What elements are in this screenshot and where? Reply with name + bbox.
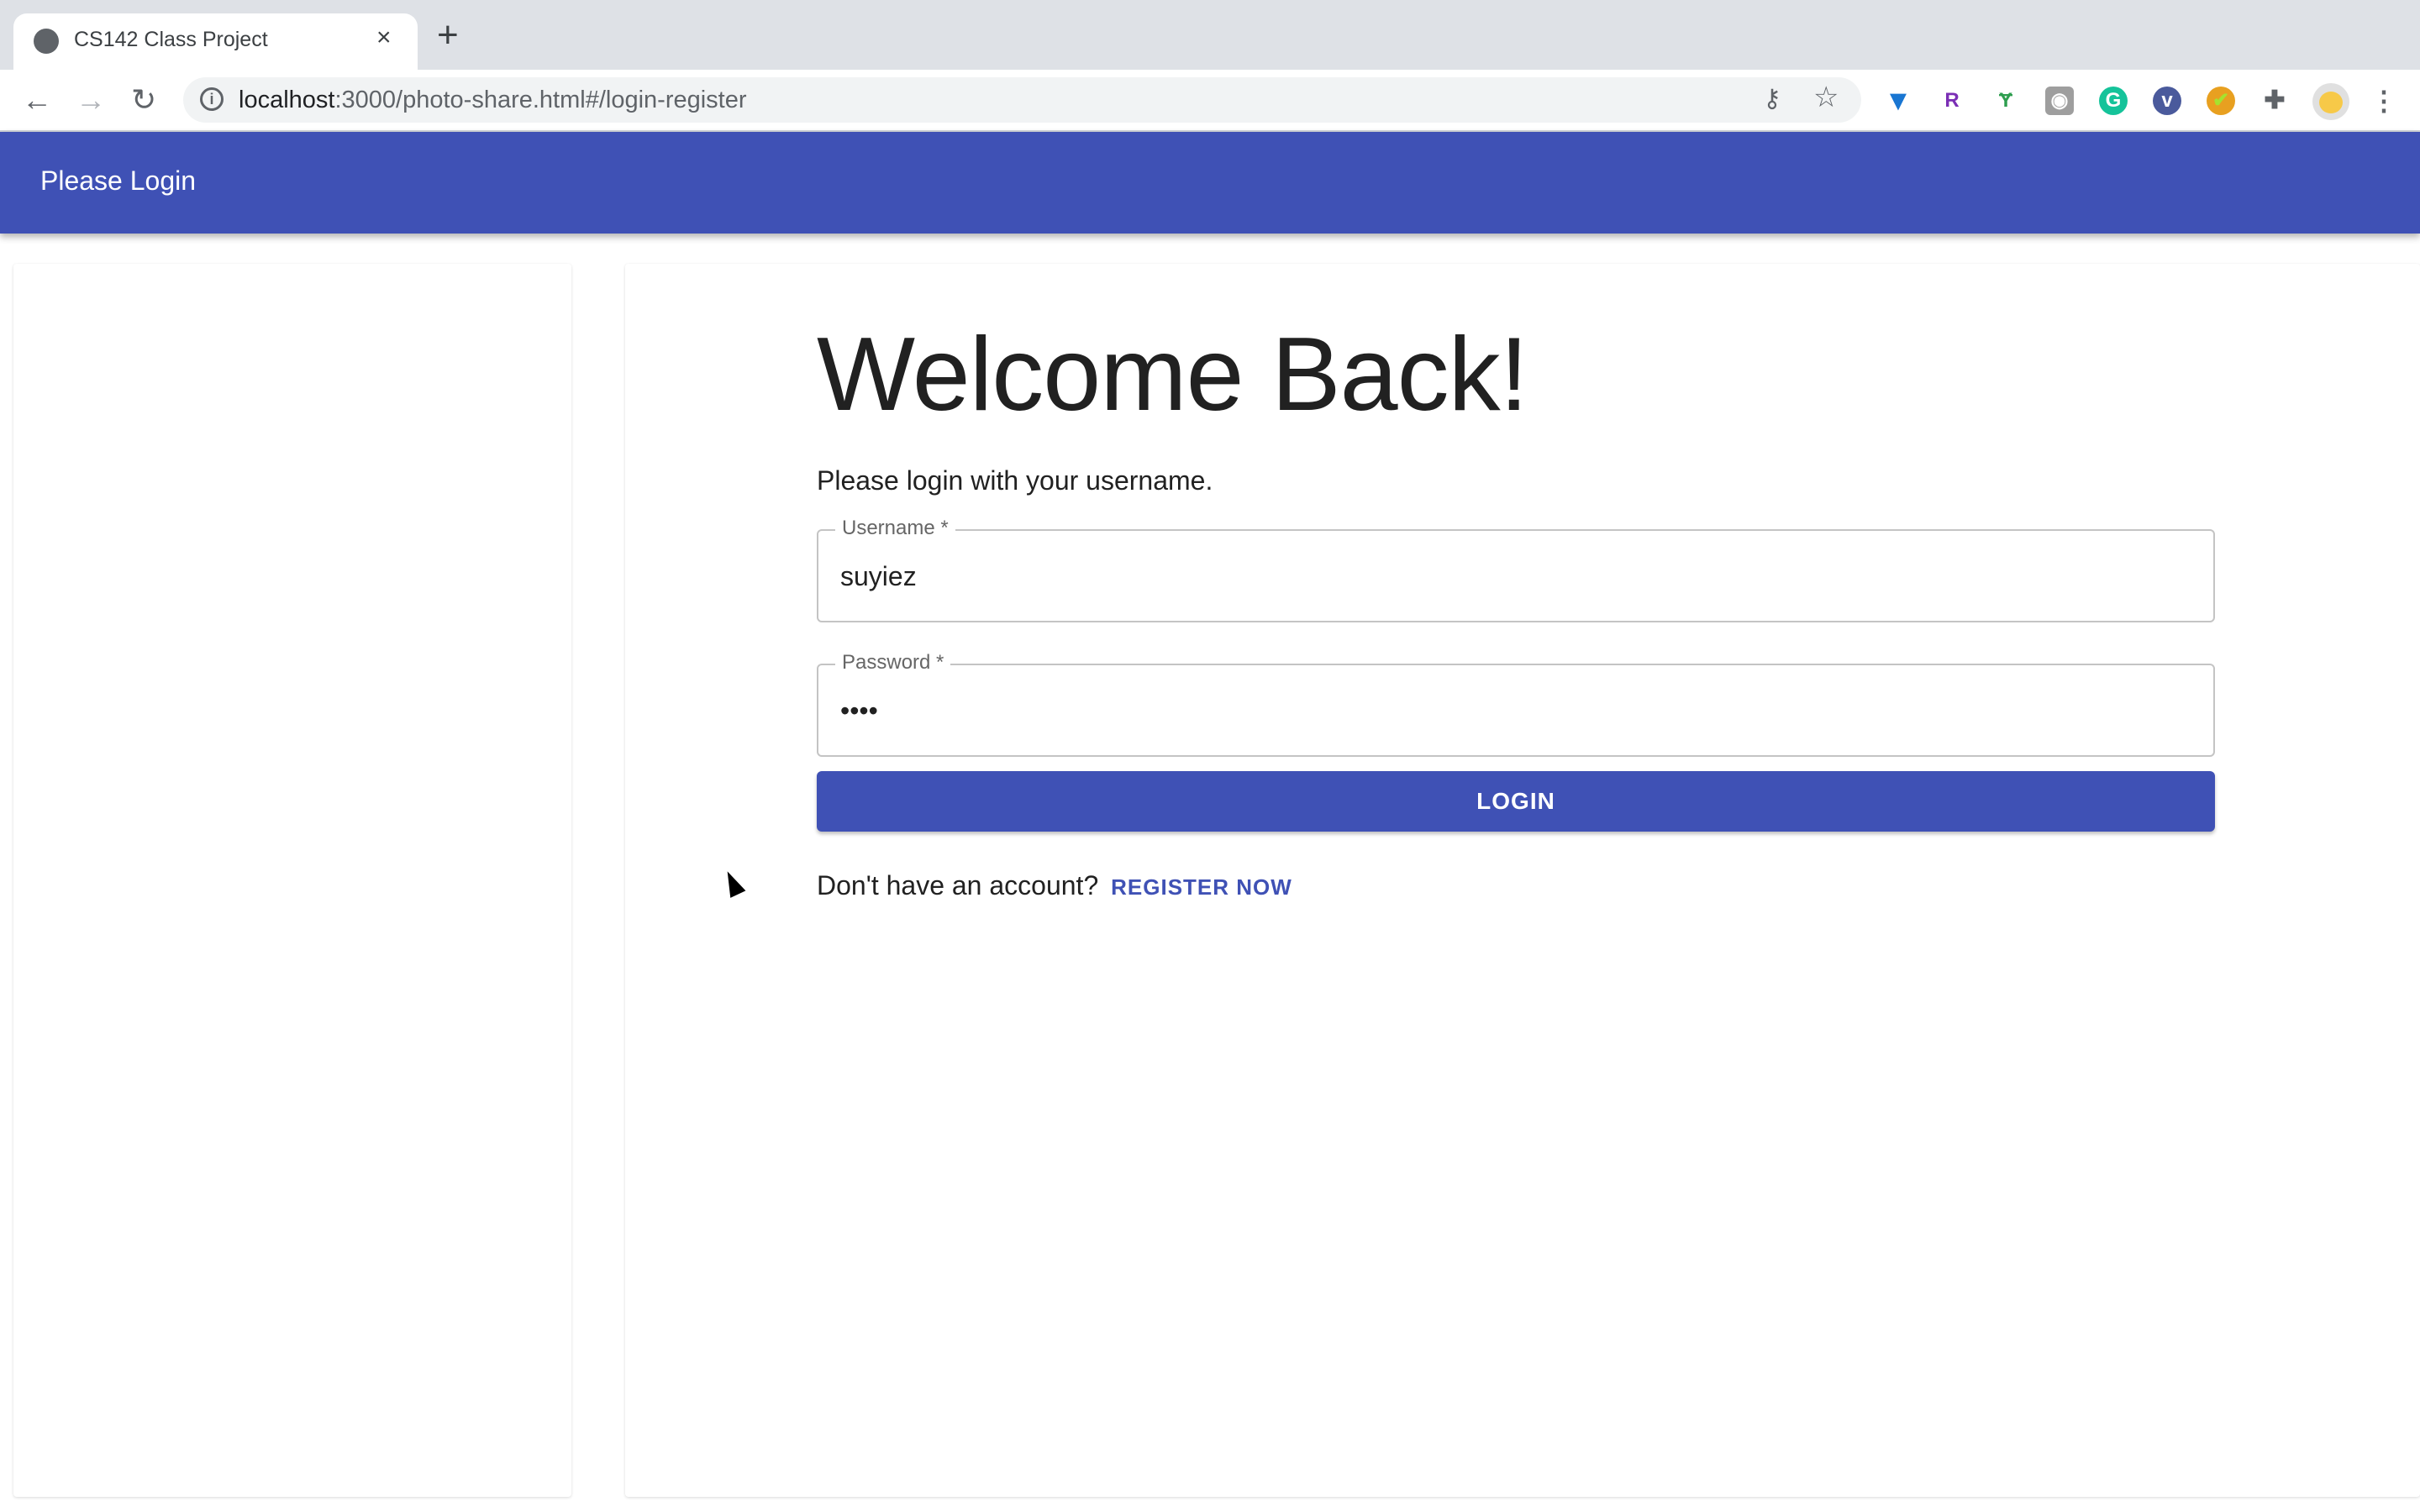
username-label: Username * [835, 517, 955, 540]
new-tab-button[interactable]: + [437, 17, 459, 54]
filter-extension-icon[interactable]: ▼ [1884, 87, 1912, 115]
address-bar[interactable]: i localhost:3000/photo-share.html#/login… [183, 77, 1861, 123]
globe-icon [34, 29, 59, 54]
tab-strip: CS142 Class Project × + [0, 0, 2420, 70]
password-input[interactable]: •••• [840, 696, 2185, 727]
forward-icon[interactable]: → [76, 85, 106, 115]
key-icon[interactable]: ⚷ [1763, 84, 1781, 113]
app-bar: Please Login [0, 132, 2420, 234]
page-title: Welcome Back! [817, 317, 1528, 433]
v-extension-icon[interactable]: v [2153, 87, 2181, 115]
bookmark-star-icon[interactable]: ☆ [1813, 81, 1839, 114]
tab-title: CS142 Class Project [74, 28, 268, 51]
checkmark-extension-icon[interactable]: ✔ [2207, 87, 2235, 115]
username-field[interactable]: Username * [817, 517, 2215, 622]
register-now-link[interactable]: REGISTER NOW [1111, 874, 1292, 900]
browser-tab[interactable]: CS142 Class Project × [13, 13, 418, 70]
hummingbird-extension-icon[interactable]: Ɏ [1991, 87, 2020, 115]
sidebar-panel [13, 264, 571, 1497]
app-bar-title: Please Login [40, 165, 197, 196]
login-button[interactable]: LOGIN [817, 771, 2215, 832]
password-field[interactable]: Password * •••• [817, 651, 2215, 757]
puzzle-extensions-icon[interactable]: ✚ [2260, 87, 2289, 115]
url-text: localhost:3000/photo-share.html#/login-r… [239, 87, 747, 113]
grammarly-icon[interactable]: G [2099, 87, 2128, 115]
reload-icon[interactable]: ↻ [131, 85, 156, 115]
profile-avatar[interactable] [2312, 83, 2349, 120]
camera-extension-icon[interactable]: ◉ [2045, 87, 2074, 115]
username-input[interactable] [840, 561, 2185, 592]
back-icon[interactable]: ← [22, 85, 52, 115]
browser-toolbar: ← → ↻ i localhost:3000/photo-share.html#… [0, 70, 2420, 132]
login-subtitle: Please login with your username. [817, 465, 1213, 496]
register-prompt-text: Don't have an account? [817, 870, 1099, 900]
info-icon[interactable]: i [200, 87, 224, 111]
r-extension-icon[interactable]: R [1938, 87, 1966, 115]
kebab-menu-icon[interactable]: ⋮ [2370, 87, 2398, 115]
password-label: Password * [835, 651, 951, 675]
register-prompt: Don't have an account? REGISTER NOW [817, 870, 1292, 901]
close-tab-icon[interactable]: × [376, 24, 392, 52]
